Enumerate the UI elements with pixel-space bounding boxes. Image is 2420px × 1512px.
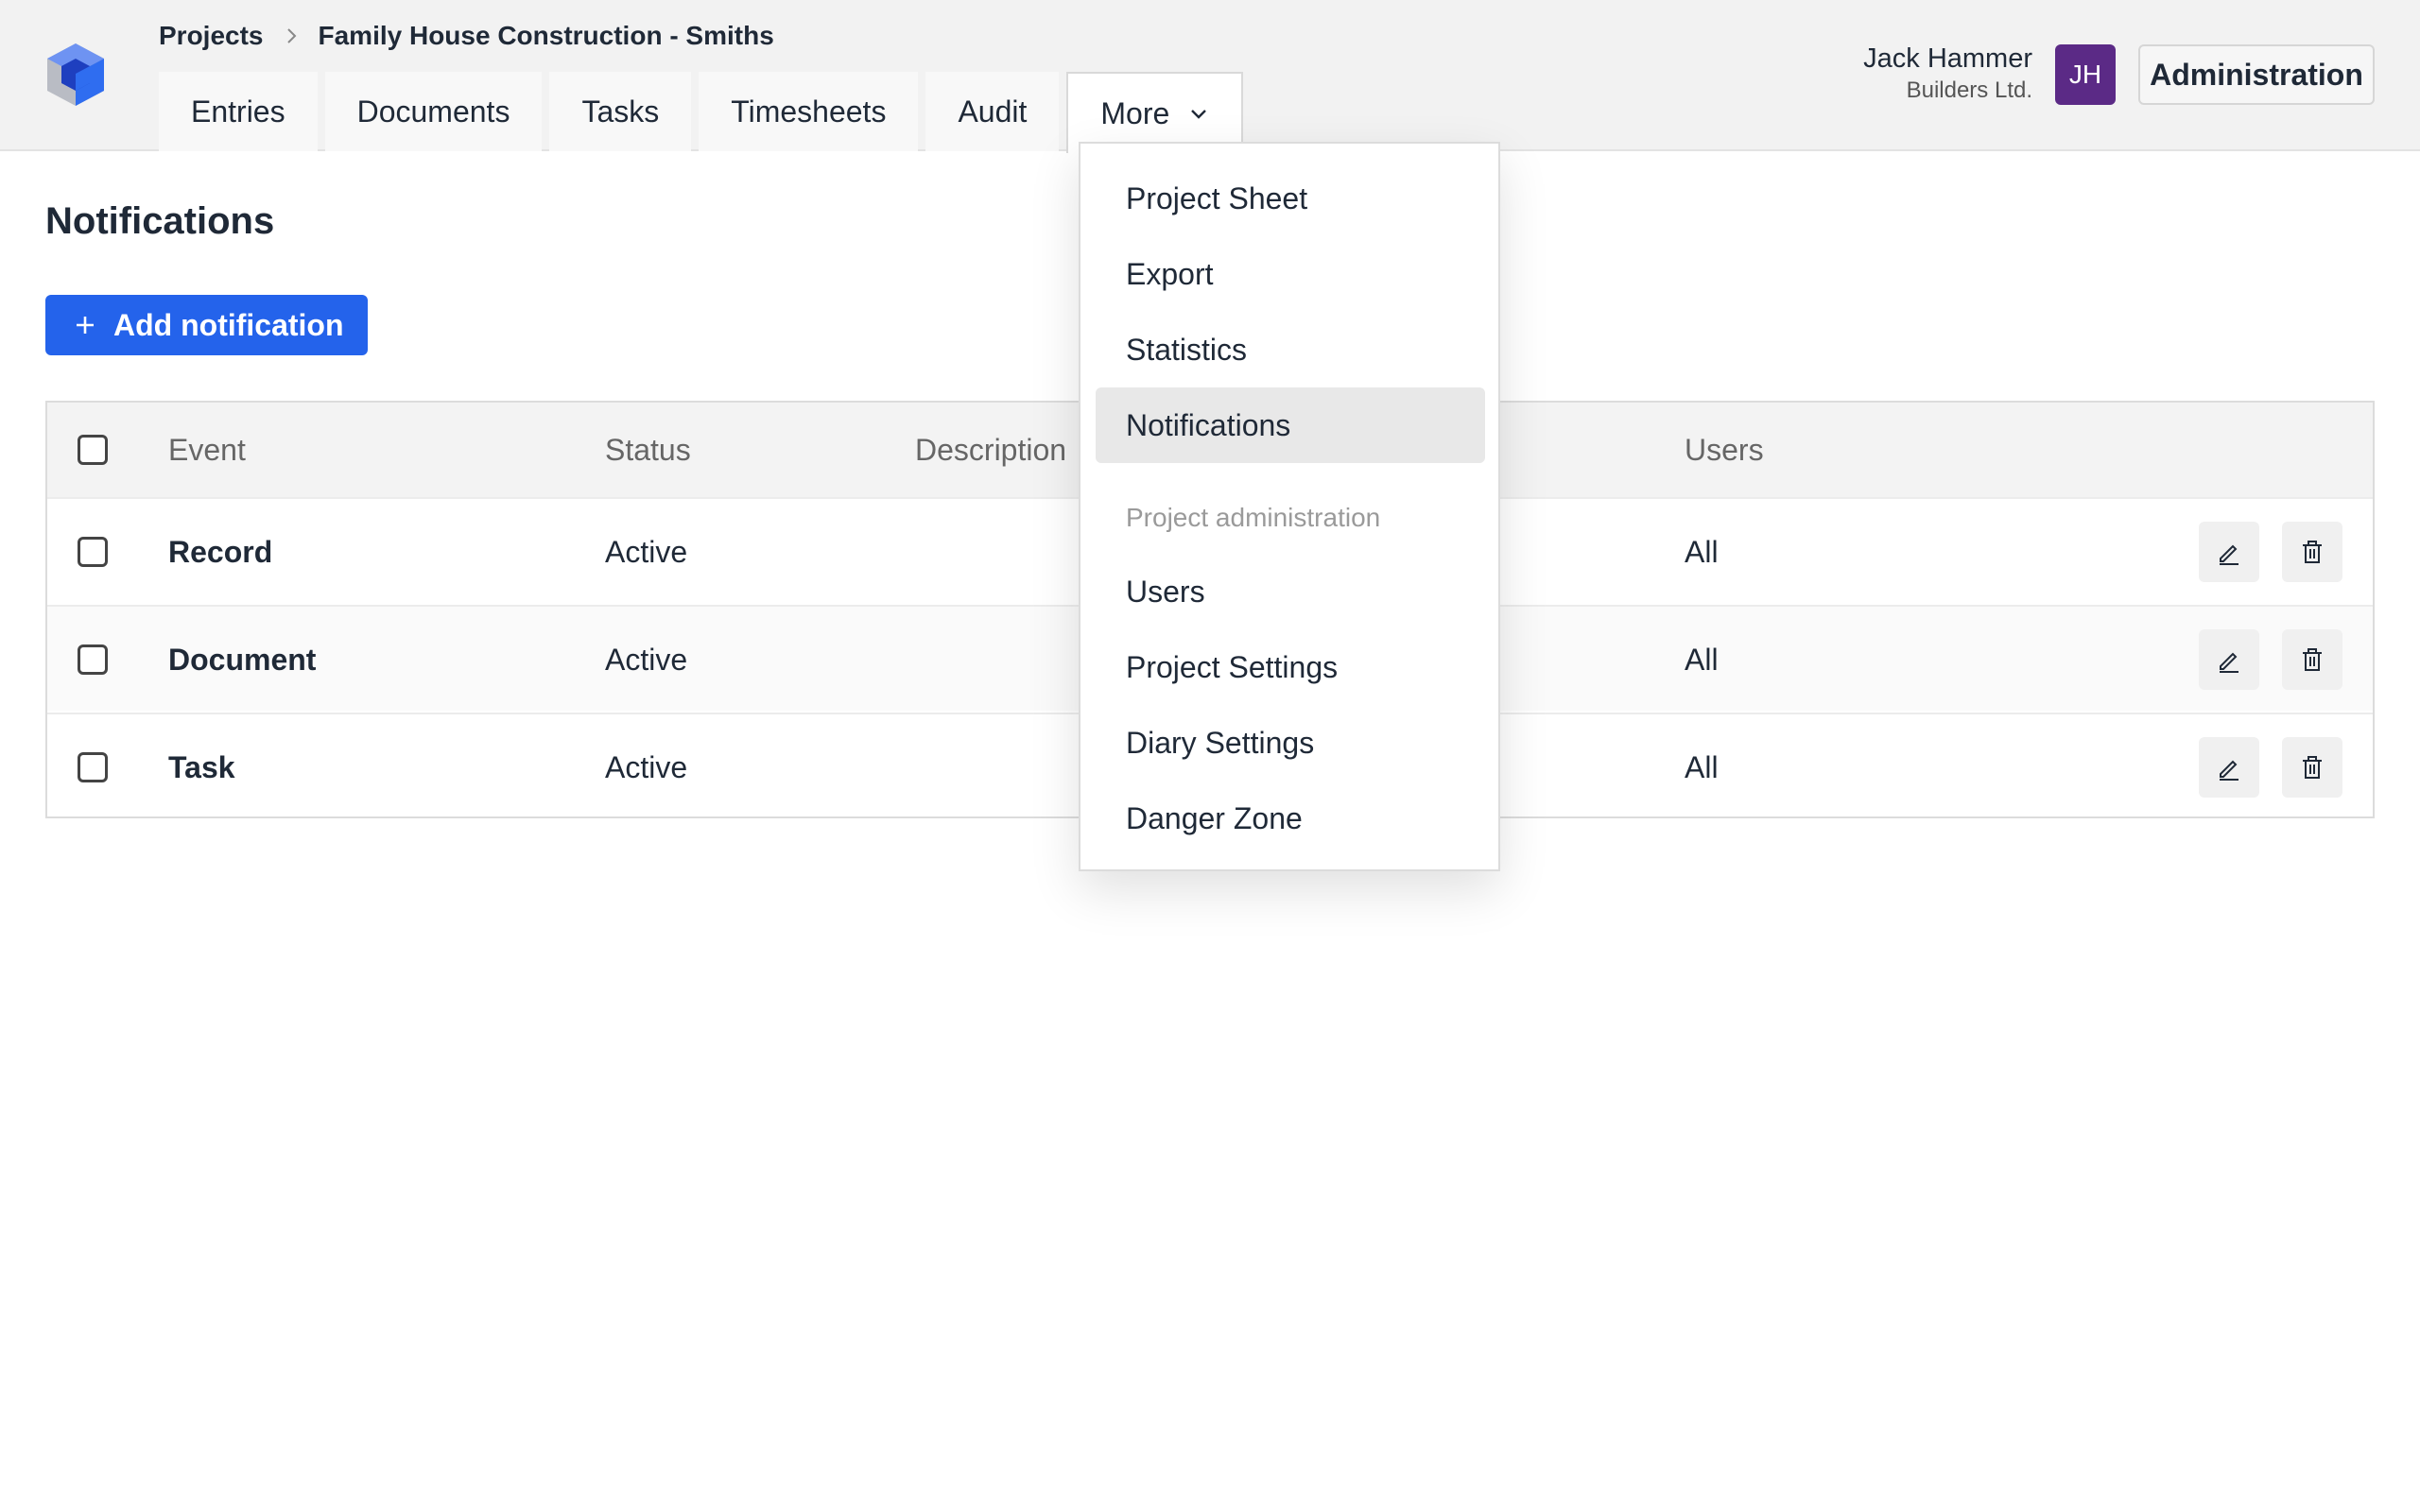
menu-item-diary-settings[interactable]: Diary Settings <box>1096 705 1485 781</box>
row-users: All <box>1685 643 1719 677</box>
pencil-icon <box>2220 652 2238 673</box>
row-status: Active <box>605 750 688 784</box>
edit-button[interactable] <box>2199 522 2259 582</box>
row-users: All <box>1685 535 1719 569</box>
add-notification-button[interactable]: Add notification <box>45 295 368 355</box>
add-notification-label: Add notification <box>113 307 344 342</box>
delete-button[interactable] <box>2282 522 2342 582</box>
row-status: Active <box>605 535 688 569</box>
row-checkbox[interactable] <box>78 644 108 675</box>
pencil-icon <box>2220 760 2238 781</box>
tab-entries[interactable]: Entries <box>159 72 318 151</box>
menu-section-project-administration: Project administration <box>1126 503 1381 532</box>
tab-tasks[interactable]: Tasks <box>549 72 692 151</box>
select-all-checkbox[interactable] <box>78 435 108 465</box>
column-header-event[interactable]: Event <box>168 433 246 468</box>
tab-audit[interactable]: Audit <box>925 72 1060 151</box>
avatar[interactable]: JH <box>2055 44 2116 105</box>
column-header-description[interactable]: Description <box>915 433 1066 468</box>
plus-icon <box>77 317 94 334</box>
chevron-down-icon <box>1191 110 1207 119</box>
breadcrumb-current: Family House Construction - Smiths <box>318 21 774 50</box>
cube-logo-icon[interactable] <box>45 42 106 108</box>
row-checkbox[interactable] <box>78 537 108 567</box>
pencil-icon <box>2220 544 2238 565</box>
menu-item-danger-zone[interactable]: Danger Zone <box>1096 781 1485 856</box>
tab-more-label: More <box>1100 95 1170 130</box>
breadcrumb: Projects Family House Construction - Smi… <box>159 19 774 53</box>
column-header-users[interactable]: Users <box>1685 433 1764 468</box>
menu-item-statistics[interactable]: Statistics <box>1096 312 1485 387</box>
row-checkbox[interactable] <box>78 752 108 782</box>
menu-item-project-settings[interactable]: Project Settings <box>1096 629 1485 705</box>
trash-icon <box>2303 756 2322 779</box>
row-event[interactable]: Record <box>168 535 272 570</box>
chevron-right-icon <box>286 28 296 43</box>
tab-documents[interactable]: Documents <box>324 72 543 151</box>
tab-timesheets[interactable]: Timesheets <box>699 72 919 151</box>
edit-button[interactable] <box>2199 737 2259 798</box>
more-dropdown-menu: Project Sheet Export Statistics Notifica… <box>1079 142 1500 871</box>
row-event[interactable]: Document <box>168 643 316 678</box>
administration-button[interactable]: Administration <box>2138 44 2375 105</box>
user-info: Jack Hammer Builders Ltd. <box>1863 42 2032 106</box>
user-name: Jack Hammer <box>1863 43 2032 74</box>
delete-button[interactable] <box>2282 629 2342 690</box>
column-header-status[interactable]: Status <box>605 433 691 468</box>
row-users: All <box>1685 750 1719 784</box>
user-company: Builders Ltd. <box>1906 77 2032 103</box>
menu-item-users[interactable]: Users <box>1096 554 1485 629</box>
page-title: Notifications <box>45 200 275 242</box>
trash-icon <box>2303 648 2322 671</box>
menu-item-project-sheet[interactable]: Project Sheet <box>1096 161 1485 236</box>
trash-icon <box>2303 541 2322 563</box>
delete-button[interactable] <box>2282 737 2342 798</box>
row-status: Active <box>605 643 688 677</box>
row-event[interactable]: Task <box>168 750 235 785</box>
breadcrumb-projects-link[interactable]: Projects <box>159 21 264 51</box>
menu-item-export[interactable]: Export <box>1096 236 1485 312</box>
top-bar: Projects Family House Construction - Smi… <box>0 0 2420 153</box>
menu-item-notifications[interactable]: Notifications <box>1096 387 1485 463</box>
edit-button[interactable] <box>2199 629 2259 690</box>
